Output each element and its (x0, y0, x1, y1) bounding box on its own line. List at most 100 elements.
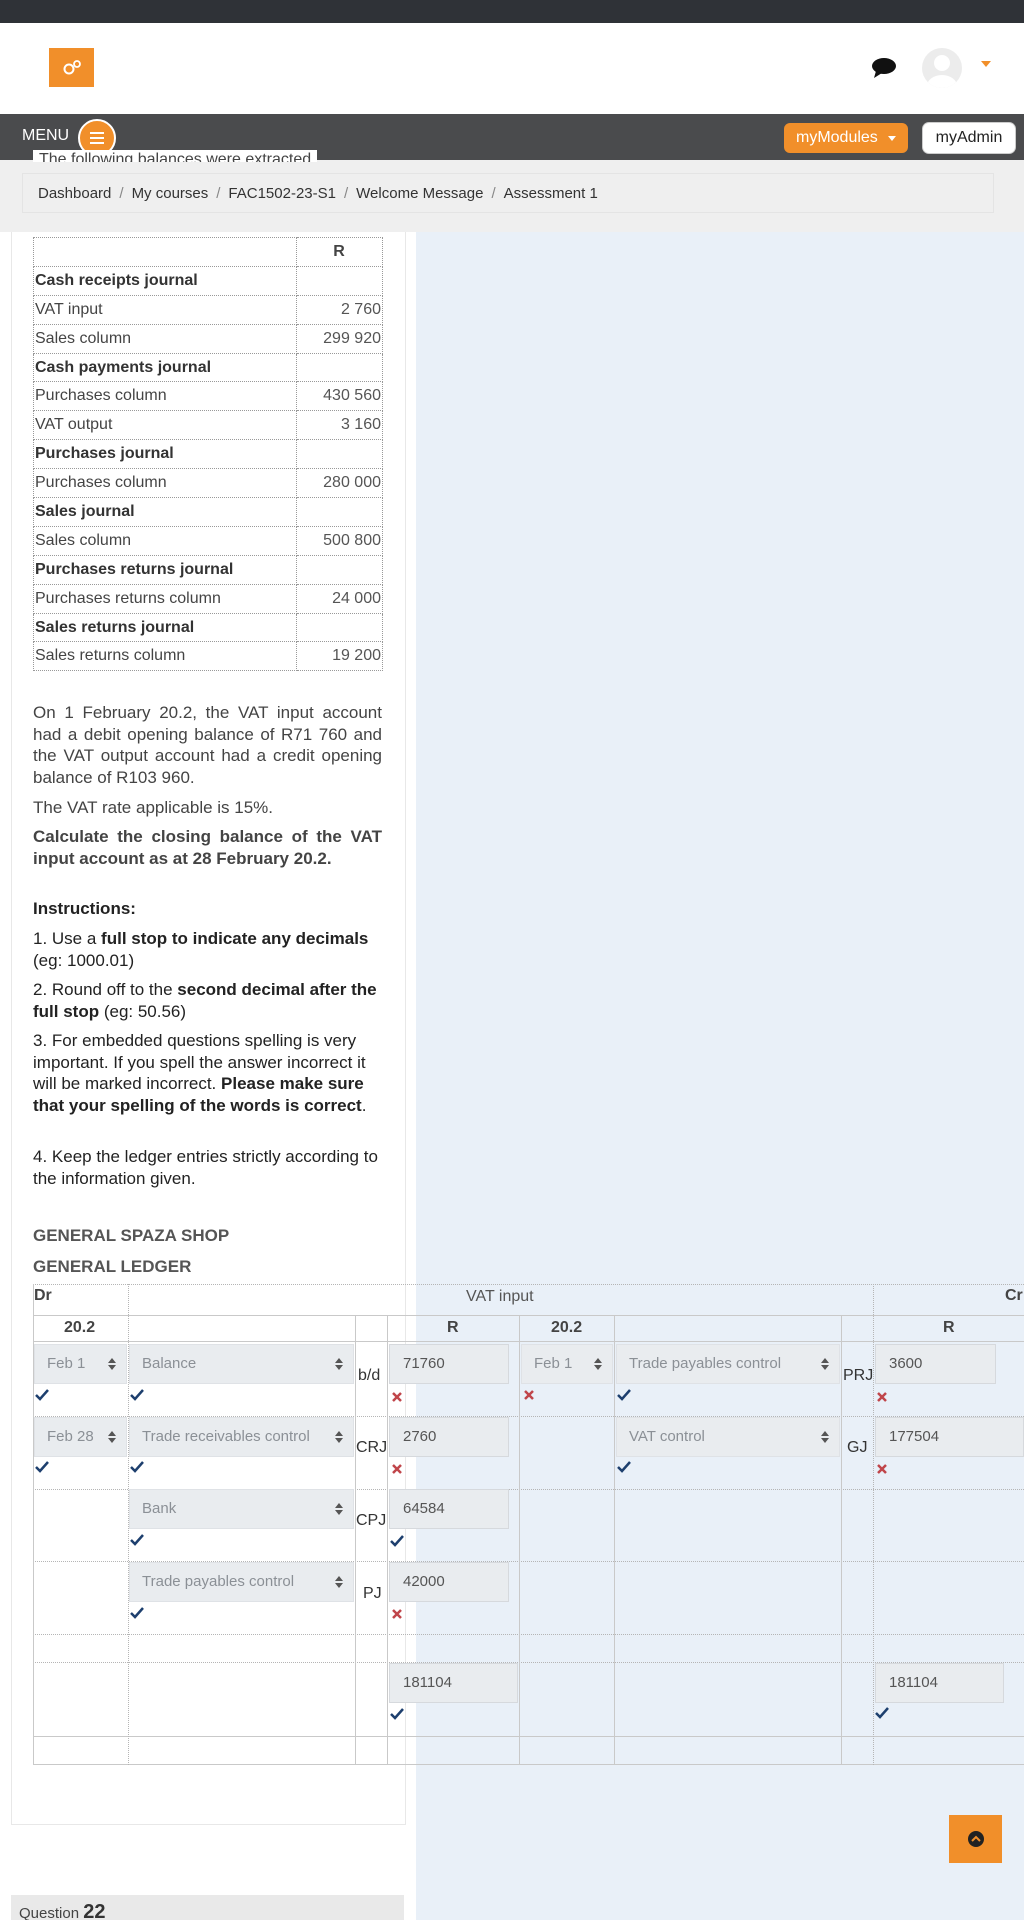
table-row: Sales column 500 800 (33, 525, 383, 556)
table-cell-value (296, 439, 383, 470)
details-select[interactable]: Balance (129, 1344, 354, 1384)
breadcrumb-dashboard[interactable]: Dashboard (38, 185, 111, 202)
question-number: Question 22 (19, 1901, 105, 1920)
table-cell-label: Sales column (33, 323, 297, 354)
table-cell-value: 2 760 (296, 294, 383, 325)
instruction-3: 3. For embedded questions spelling is ve… (33, 1030, 382, 1116)
breadcrumb-welcome[interactable]: Welcome Message (356, 185, 483, 202)
question-number-value: 22 (83, 1901, 106, 1920)
check-icon (617, 1389, 631, 1401)
breadcrumb: Dashboard / My courses / FAC1502-23-S1 / Welco… (22, 173, 994, 213)
check-icon (875, 1707, 889, 1719)
amount-input[interactable]: 177504 (875, 1417, 1024, 1457)
instruction-text: (eg: 50.56) (99, 1001, 187, 1021)
total-debit-input[interactable]: 181104 (389, 1663, 518, 1703)
chat-icon[interactable] (870, 55, 898, 81)
table-cell-label: Purchases returns journal (33, 554, 297, 585)
site-header (0, 23, 1024, 114)
table-row: Purchases returns column 24 000 (33, 583, 383, 614)
chevron-down-icon[interactable] (981, 61, 991, 67)
table-row: Cash payments journal (33, 352, 383, 383)
table-row: Sales column 299 920 (33, 323, 383, 354)
up-down-icon (108, 1358, 116, 1370)
rand-header-credit: R (943, 1319, 955, 1336)
breadcrumb-separator: / (119, 185, 124, 202)
table-cell-value: 280 000 (296, 468, 383, 499)
top-strip (0, 0, 1024, 23)
table-cell-label: Purchases journal (33, 439, 297, 470)
breadcrumb-assessment[interactable]: Assessment 1 (504, 185, 598, 202)
user-avatar-icon[interactable] (922, 48, 962, 88)
table-row: Purchases returns journal (33, 554, 383, 585)
check-icon (130, 1534, 144, 1546)
breadcrumb-separator: / (344, 185, 349, 202)
details-select[interactable]: Bank (129, 1489, 354, 1529)
table-cell-label: Cash receipts journal (33, 265, 297, 296)
table-row: VAT input 2 760 (33, 294, 383, 325)
select-value: Trade payables control (142, 1573, 295, 1590)
amount-input[interactable]: 71760 (389, 1344, 509, 1384)
menu-label: MENU (22, 127, 70, 144)
mymodules-button[interactable]: myModules (784, 123, 908, 153)
select-value: VAT control (629, 1428, 705, 1445)
table-row: VAT output 3 160 (33, 410, 383, 441)
myadmin-button[interactable]: myAdmin (922, 122, 1016, 154)
table-row: Sales returns journal (33, 612, 383, 643)
date-select[interactable]: Feb 1 (521, 1344, 613, 1384)
date-select[interactable]: Feb 1 (34, 1344, 127, 1384)
breadcrumb-area: Dashboard / My courses / FAC1502-23-S1 / Welco… (0, 160, 1024, 232)
table-cell-value: 299 920 (296, 323, 383, 354)
check-icon (130, 1607, 144, 1619)
total-credit-input[interactable]: 181104 (875, 1663, 1004, 1703)
cross-icon (392, 1609, 402, 1619)
debit-label: Dr (34, 1287, 52, 1304)
table-row: R (33, 237, 383, 267)
instruction-text: 1. Use a (33, 929, 102, 948)
vat-rate-text: The VAT rate applicable is 15%. (33, 798, 274, 817)
select-value: Feb 1 (534, 1355, 573, 1372)
select-value: Feb 28 (47, 1428, 94, 1445)
caret-down-icon (888, 136, 896, 141)
details-select[interactable]: Trade receivables control (129, 1417, 354, 1457)
details-select[interactable]: VAT control (616, 1417, 840, 1457)
date-select[interactable]: Feb 28 (34, 1417, 127, 1457)
details-select[interactable]: Trade payables control (129, 1562, 354, 1602)
amount-input[interactable]: 42000 (389, 1562, 509, 1602)
table-cell-value (296, 612, 383, 643)
instruction-1: 1. Use a full stop to indicate any decim… (33, 928, 382, 971)
mymodules-label: myModules (796, 129, 878, 146)
breadcrumb-my-courses[interactable]: My courses (132, 185, 209, 202)
details-select[interactable]: Trade payables control (616, 1344, 840, 1384)
table-cell-value: 500 800 (296, 525, 383, 556)
folio-text: GJ (847, 1439, 868, 1456)
table-cell-value: 430 560 (296, 381, 383, 412)
table-cell-label: Sales column (33, 525, 297, 556)
vat-input-ledger: Dr VAT input Cr 20.2 R 20.2 R Feb 1 Bala… (33, 1284, 1024, 1765)
check-icon (35, 1461, 49, 1473)
check-icon (130, 1389, 144, 1401)
folio-text: PRJ (843, 1367, 874, 1384)
up-down-icon (335, 1431, 343, 1443)
table-cell-label: Sales journal (33, 497, 297, 527)
folio-text: PJ (363, 1585, 382, 1602)
table-cell-label: Purchases column (33, 468, 297, 499)
cross-icon (877, 1464, 887, 1474)
year-debit: 20.2 (64, 1319, 96, 1336)
select-value: Bank (142, 1500, 177, 1517)
question-task: Calculate the closing balance of the VAT… (33, 827, 382, 868)
instruction-4: 4. Keep the ledger entries strictly acco… (33, 1147, 378, 1188)
back-to-top-button[interactable] (949, 1815, 1002, 1863)
amount-input[interactable]: 64584 (389, 1489, 509, 1529)
check-icon (35, 1389, 49, 1401)
select-value: Trade receivables control (142, 1428, 310, 1445)
breadcrumb-course[interactable]: FAC1502-23-S1 (228, 185, 336, 202)
up-down-icon (335, 1358, 343, 1370)
amount-input[interactable]: 3600 (875, 1344, 996, 1384)
table-cell-value (296, 352, 383, 383)
rand-header-debit: R (447, 1319, 459, 1336)
check-icon (130, 1461, 144, 1473)
select-value: Trade payables control (629, 1355, 782, 1372)
instruction-2: 2. Round off to the second decimal after… (33, 979, 382, 1022)
gears-icon[interactable] (49, 48, 94, 87)
amount-input[interactable]: 2760 (389, 1417, 509, 1457)
